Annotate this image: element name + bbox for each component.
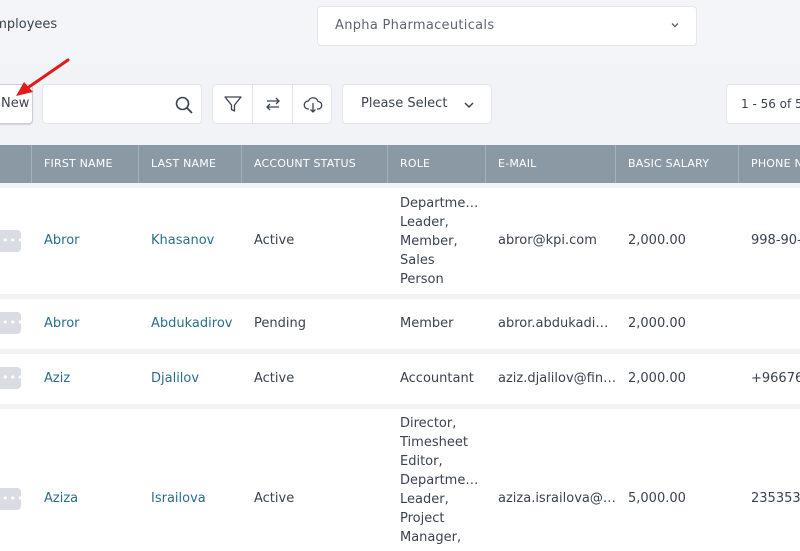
- table-row[interactable]: ••• Aziza Israilova Active Director, Tim…: [0, 409, 800, 551]
- column-header-last-name[interactable]: LAST NAME: [138, 145, 241, 183]
- salary-cell: 2,000.00: [628, 371, 686, 386]
- download-button[interactable]: [292, 85, 331, 123]
- table-row[interactable]: ••• Aziz Djalilov Active Accountant aziz…: [0, 354, 800, 404]
- status-cell: Pending: [254, 316, 306, 331]
- row-more-button[interactable]: •••: [0, 312, 23, 334]
- last-name-cell[interactable]: Israilova: [151, 491, 206, 506]
- table-row[interactable]: ••• Abror Khasanov Active Departme… Lead…: [0, 188, 800, 294]
- breadcrumb[interactable]: Employees: [0, 17, 57, 32]
- search-icon[interactable]: [174, 95, 194, 115]
- chevron-down-icon: [671, 23, 679, 28]
- swap-icon: [266, 97, 280, 111]
- row-more-button[interactable]: •••: [0, 488, 23, 510]
- column-header-role[interactable]: ROLE: [387, 145, 485, 183]
- last-name-cell[interactable]: Abdukadirov: [151, 316, 232, 331]
- search-input[interactable]: [49, 93, 167, 115]
- status-cell: Active: [254, 491, 295, 506]
- email-cell: abror.abdukadi…: [498, 316, 609, 331]
- salary-cell: 5,000.00: [628, 491, 686, 506]
- company-select[interactable]: Anpha Pharmaceuticals: [317, 6, 697, 46]
- filter-select-value: Please Select: [361, 96, 448, 111]
- role-cell: Member: [400, 316, 454, 331]
- pagination-text: 1 - 56 of 56: [741, 97, 800, 111]
- column-header-account-status[interactable]: ACCOUNT STATUS: [241, 145, 387, 183]
- role-cell: Departme… Leader, Member, Sales Person: [400, 196, 479, 287]
- company-select-value: Anpha Pharmaceuticals: [335, 18, 495, 33]
- last-name-cell[interactable]: Djalilov: [151, 371, 199, 386]
- pagination: 1 - 56 of 56: [726, 84, 800, 124]
- column-header-first-name[interactable]: FIRST NAME: [31, 145, 138, 183]
- column-header-phone-number[interactable]: PHONE NUMBER: [738, 145, 800, 183]
- phone-cell: 2353534: [751, 491, 800, 506]
- last-name-cell[interactable]: Khasanov: [151, 233, 214, 248]
- row-more-button[interactable]: •••: [0, 230, 23, 252]
- column-header-email[interactable]: E-MAIL: [485, 145, 615, 183]
- filter-icon: [224, 96, 242, 112]
- phone-cell: +96676: [751, 371, 800, 386]
- chevron-down-icon: [464, 102, 474, 109]
- new-button-label: New: [1, 96, 30, 111]
- action-icon-group: [212, 84, 332, 124]
- salary-cell: 2,000.00: [628, 316, 686, 331]
- filter-button[interactable]: [213, 85, 252, 123]
- role-cell: Director, Timesheet Editor, Departme… Le…: [400, 416, 479, 545]
- row-more-button[interactable]: •••: [0, 367, 23, 389]
- search-box[interactable]: [42, 84, 202, 124]
- first-name-cell[interactable]: Aziza: [44, 491, 78, 506]
- table-header: FIRST NAME LAST NAME ACCOUNT STATUS ROLE…: [0, 145, 800, 183]
- swap-button[interactable]: [252, 85, 291, 123]
- email-cell: aziza.israilova@…: [498, 491, 616, 506]
- new-button[interactable]: New: [0, 84, 33, 124]
- status-cell: Active: [254, 233, 295, 248]
- first-name-cell[interactable]: Abror: [44, 316, 80, 331]
- salary-cell: 2,000.00: [628, 233, 686, 248]
- column-header-basic-salary[interactable]: BASIC SALARY: [615, 145, 738, 183]
- table-row[interactable]: ••• Abror Abdukadirov Pending Member abr…: [0, 299, 800, 349]
- first-name-cell[interactable]: Abror: [44, 233, 80, 248]
- toolbar: New Please Select 1 - 56 of 56: [0, 64, 800, 144]
- first-name-cell[interactable]: Aziz: [44, 371, 70, 386]
- role-cell: Accountant: [400, 371, 474, 386]
- email-cell: aziz.djalilov@fin…: [498, 371, 617, 386]
- top-bar: Employees Anpha Pharmaceuticals: [0, 0, 800, 64]
- status-cell: Active: [254, 371, 295, 386]
- phone-cell: 998-90-: [751, 233, 800, 248]
- email-cell: abror@kpi.com: [498, 233, 597, 248]
- cloud-download-icon: [303, 97, 323, 113]
- filter-select[interactable]: Please Select: [342, 84, 492, 124]
